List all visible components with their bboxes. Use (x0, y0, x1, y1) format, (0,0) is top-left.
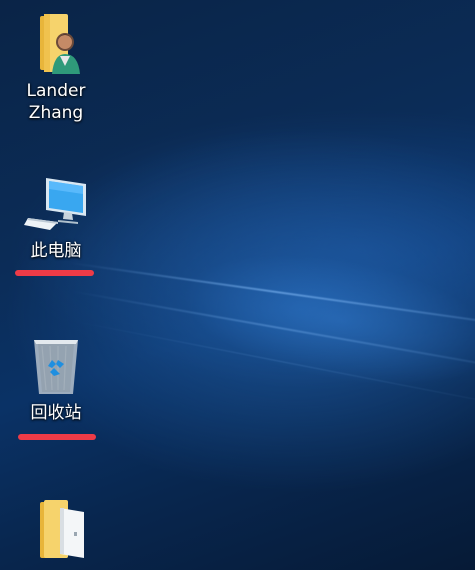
recycle-bin-icon (24, 334, 88, 398)
desktop-icon-user-folder[interactable]: Lander Zhang (16, 12, 96, 124)
annotation-underline-this-pc (15, 270, 94, 276)
desktop-icon-label: 此电脑 (30, 241, 82, 261)
folder-icon (24, 496, 88, 560)
computer-icon (1, 172, 88, 236)
user-folder-icon (24, 12, 88, 76)
desktop-icon-label: Lander Zhang (26, 81, 86, 123)
desktop-icon-recycle-bin[interactable]: 回收站 (16, 334, 96, 424)
desktop-background: Lander Zhang 此电脑 回收站 (0, 0, 475, 570)
desktop-icon-this-pc[interactable]: 此电脑 (1, 172, 96, 262)
desktop-icon-folder[interactable] (16, 496, 96, 564)
desktop-icon-label: 回收站 (30, 403, 82, 423)
annotation-underline-recycle-bin (18, 434, 96, 440)
wallpaper-glow (172, 233, 475, 407)
